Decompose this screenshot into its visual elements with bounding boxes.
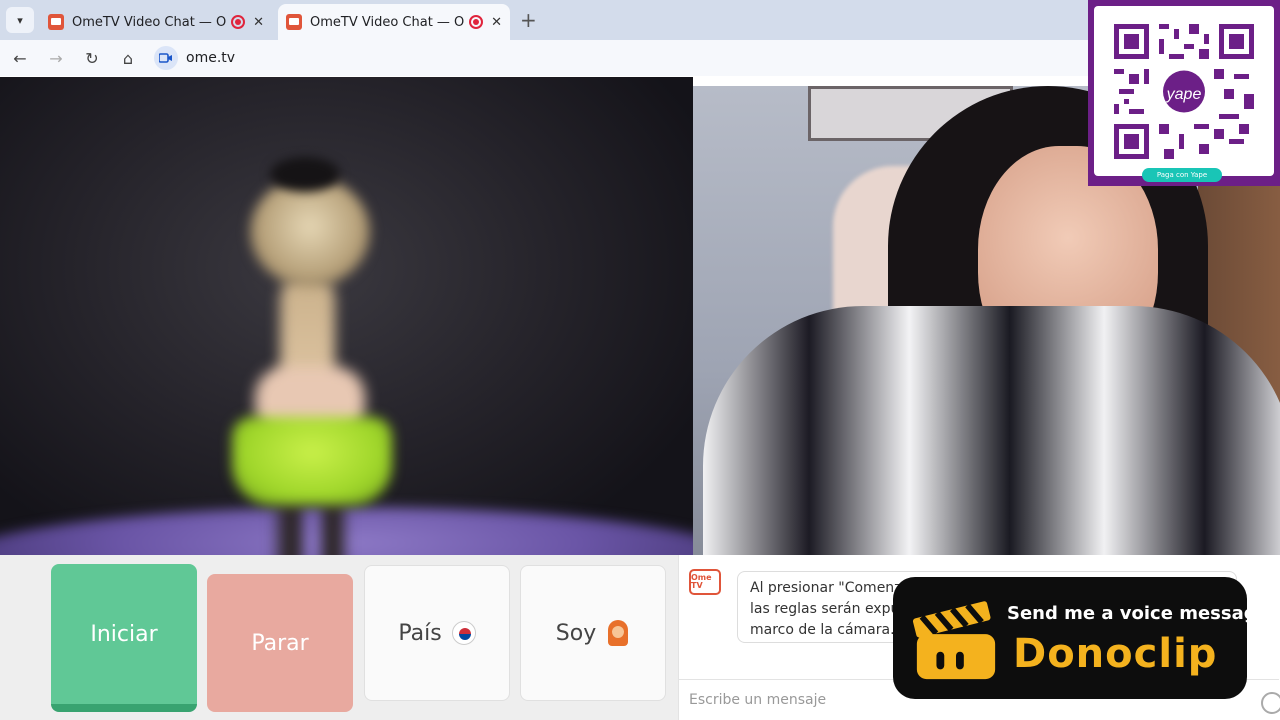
country-selector-button[interactable]: País: [364, 565, 510, 701]
figure-legs: [270, 497, 350, 555]
gender-selector-button[interactable]: Soy: [520, 565, 666, 701]
woman-emoji-icon: [606, 620, 630, 646]
control-panel: Iniciar Parar País Soy: [0, 555, 678, 720]
stranger-video: [0, 77, 693, 555]
country-label: País: [398, 620, 442, 646]
yape-qr-overlay: yape Paga con Yape: [1088, 0, 1280, 186]
forward-arrow-icon[interactable]: →: [40, 42, 72, 74]
url-text: ome.tv: [186, 50, 236, 66]
recording-indicator-icon: [231, 15, 246, 29]
donoclip-brand: Donoclip: [1013, 631, 1218, 677]
start-button[interactable]: Iniciar: [51, 564, 197, 712]
figure-skirt: [232, 417, 392, 505]
browser-tab-2[interactable]: OmeTV Video Chat — Ome ✕: [278, 4, 510, 40]
ometv-favicon-icon: [48, 14, 64, 30]
donoclip-overlay: Send me a voice message Donoclip: [893, 577, 1269, 699]
close-tab-icon[interactable]: ✕: [253, 15, 264, 30]
start-button-label: Iniciar: [90, 621, 158, 647]
figure-hair: [270, 157, 340, 192]
site-camera-icon[interactable]: [154, 46, 178, 70]
back-arrow-icon[interactable]: ←: [4, 42, 36, 74]
stop-button[interactable]: Parar: [207, 574, 353, 712]
tab-title: OmeTV Video Chat — Ome: [310, 14, 465, 30]
recording-indicator-icon: [469, 15, 484, 29]
yape-brand-text: yape: [1166, 86, 1202, 103]
chat-input-placeholder: Escribe un mensaje: [689, 691, 827, 708]
new-tab-plus-icon[interactable]: +: [520, 8, 537, 32]
reload-icon[interactable]: ↻: [76, 42, 108, 74]
clapperboard-icon: [912, 601, 996, 680]
gender-label: Soy: [555, 620, 597, 646]
browser-tab-1[interactable]: OmeTV Video Chat — Ome ✕: [40, 4, 272, 40]
ometv-favicon-icon: [286, 14, 302, 30]
yape-caption-badge: Paga con Yape: [1142, 168, 1222, 182]
stop-button-label: Parar: [251, 630, 309, 656]
figure-head: [250, 177, 370, 287]
address-bar[interactable]: ome.tv: [154, 43, 235, 73]
tab-title: OmeTV Video Chat — Ome: [72, 14, 227, 30]
donoclip-subtitle: Send me a voice message: [1007, 603, 1269, 624]
person-jacket: [703, 306, 1280, 555]
home-icon[interactable]: ⌂: [112, 42, 144, 74]
ometv-logo-icon: Ome TV: [689, 569, 721, 595]
emoji-picker-icon[interactable]: [1261, 692, 1280, 714]
close-tab-icon[interactable]: ✕: [491, 15, 502, 30]
qr-card: yape: [1094, 6, 1274, 176]
ometv-page: ▾ OmeTV Video Chat — Ome ✕ OmeTV Video C…: [0, 0, 1280, 720]
south-korea-flag-icon: [451, 621, 476, 645]
tab-search-chevron-icon[interactable]: ▾: [6, 7, 34, 33]
qr-code-icon: yape: [1114, 24, 1254, 159]
